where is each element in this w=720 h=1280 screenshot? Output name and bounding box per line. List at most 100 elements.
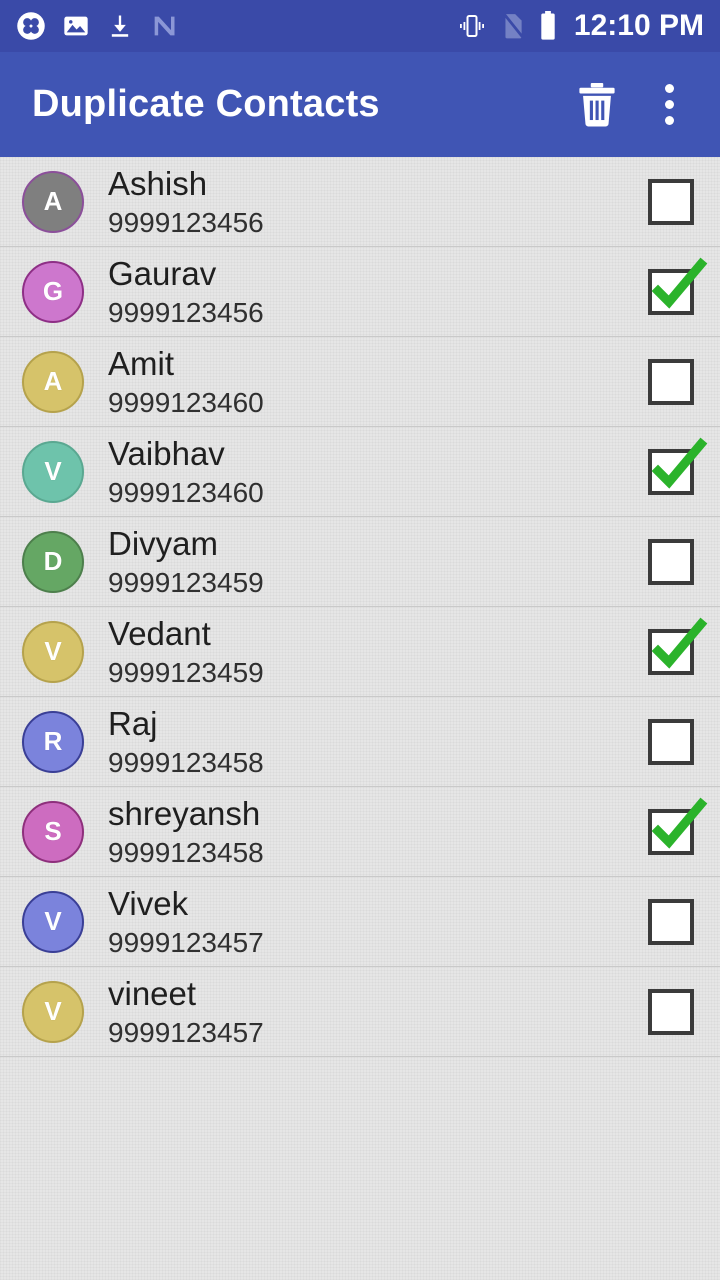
battery-full-icon: [539, 11, 557, 41]
checkbox-box: [648, 268, 694, 315]
checkbox-box: [648, 718, 694, 765]
avatar-initial: V: [44, 996, 62, 1026]
contact-checkbox-unchecked[interactable]: [648, 988, 694, 1035]
checkbox-box: [648, 808, 694, 855]
contact-phone-number: 9999123457: [108, 926, 264, 958]
contact-phone-number: 9999123456: [108, 206, 264, 238]
contact-avatar: A: [22, 170, 84, 233]
page-title: Duplicate Contacts: [32, 83, 380, 125]
contact-phone-number: 9999123458: [108, 746, 264, 778]
contact-checkbox-unchecked[interactable]: [648, 718, 694, 765]
overflow-dot-2: [665, 100, 674, 109]
duplicate-contacts-list[interactable]: A Ashish 9999123456 G Gaurav 9999123456 A Amit 9…: [0, 157, 720, 1280]
contact-name: shreyansh: [108, 794, 261, 832]
contact-avatar: V: [22, 890, 84, 953]
delete-button[interactable]: [575, 81, 619, 129]
contact-phone-number: 9999123459: [108, 566, 264, 598]
contact-text: Ashish 9999123456: [84, 164, 638, 240]
contact-avatar: V: [22, 980, 84, 1043]
checkbox-box: [648, 178, 694, 225]
app-bar-actions: [575, 80, 696, 129]
contact-name: Ashish: [108, 164, 208, 202]
avatar-initial: A: [43, 186, 63, 216]
contact-text: Vaibhav 9999123460: [84, 434, 638, 510]
contact-row[interactable]: D Divyam 9999123459: [0, 517, 720, 607]
checkbox-box: [648, 448, 694, 495]
contact-text: Divyam 9999123459: [84, 524, 638, 600]
download-icon: [106, 12, 134, 40]
contact-row[interactable]: G Gaurav 9999123456: [0, 247, 720, 337]
contact-phone-number: 9999123458: [108, 836, 264, 868]
contact-checkbox-checked[interactable]: [648, 257, 708, 315]
contact-checkbox-checked[interactable]: [648, 617, 708, 675]
contact-row[interactable]: V Vedant 9999123459: [0, 607, 720, 697]
contact-name: Vaibhav: [108, 434, 225, 472]
checkbox-box: [648, 538, 694, 585]
contact-checkbox-unchecked[interactable]: [648, 898, 694, 945]
checkbox-box: [648, 358, 694, 405]
contact-checkbox-unchecked[interactable]: [648, 358, 694, 405]
contact-phone-number: 9999123456: [108, 296, 264, 328]
contact-checkbox-checked[interactable]: [648, 437, 708, 495]
contact-checkbox-checked[interactable]: [648, 797, 708, 855]
avatar-initial: G: [42, 276, 64, 306]
contact-row[interactable]: Sshreyansh 9999123458: [0, 787, 720, 877]
contact-name: Divyam: [108, 524, 219, 562]
contact-avatar: A: [22, 350, 84, 413]
app-screen: 12:10 PM Duplicate Contacts A Ashish 999…: [0, 0, 720, 1280]
contact-text: Raj 9999123458: [84, 704, 638, 780]
contact-row[interactable]: A Ashish 9999123456: [0, 157, 720, 247]
checkbox-box: [648, 628, 694, 675]
avatar-initial: D: [43, 546, 63, 576]
contact-text: vineet 9999123457: [84, 974, 638, 1050]
contact-name: Vivek: [108, 884, 189, 922]
contact-text: Gaurav 9999123456: [84, 254, 638, 330]
contact-name: Raj: [108, 704, 158, 742]
vibrate-mode-icon: [457, 13, 487, 39]
overflow-menu-button[interactable]: [653, 80, 686, 129]
contact-phone-number: 9999123460: [108, 476, 264, 508]
contact-text: Vivek 9999123457: [84, 884, 638, 960]
contact-row[interactable]: Vvineet 9999123457: [0, 967, 720, 1057]
contact-avatar: G: [22, 260, 84, 323]
checkbox-box: [648, 988, 694, 1035]
contact-avatar: D: [22, 530, 84, 593]
nova-launcher-n-icon: [150, 12, 178, 40]
contact-checkbox-unchecked[interactable]: [648, 538, 694, 585]
contact-name: Amit: [108, 344, 174, 382]
clover-app-icon: [16, 11, 46, 41]
no-sim-card-icon: [500, 12, 526, 40]
contact-checkbox-unchecked[interactable]: [648, 178, 694, 225]
contact-avatar: V: [22, 440, 84, 503]
contact-name: vineet: [108, 974, 197, 1012]
image-gallery-icon: [62, 12, 90, 40]
status-bar-clock: 12:10 PM: [573, 9, 704, 42]
contact-text: shreyansh 9999123458: [84, 794, 638, 870]
contact-phone-number: 9999123457: [108, 1016, 264, 1048]
contact-avatar: S: [22, 800, 84, 863]
contact-row[interactable]: V Vaibhav 9999123460: [0, 427, 720, 517]
contact-row[interactable]: A Amit 9999123460: [0, 337, 720, 427]
contact-row[interactable]: V Vivek 9999123457: [0, 877, 720, 967]
contact-name: Vedant: [108, 614, 211, 652]
avatar-initial: V: [44, 906, 62, 936]
avatar-initial: R: [43, 726, 63, 756]
avatar-initial: S: [44, 816, 62, 846]
trash-icon: [579, 82, 615, 126]
avatar-initial: V: [44, 456, 62, 486]
contact-avatar: V: [22, 620, 84, 683]
overflow-dot-1: [665, 84, 674, 93]
contact-text: Amit 9999123460: [84, 344, 638, 420]
avatar-initial: V: [44, 636, 62, 666]
overflow-dot-3: [665, 116, 674, 125]
status-bar-right-icons: 12:10 PM: [457, 9, 704, 43]
contact-avatar: R: [22, 710, 84, 773]
status-bar-left-icons: [16, 11, 178, 41]
contact-row[interactable]: R Raj 9999123458: [0, 697, 720, 787]
contact-name: Gaurav: [108, 254, 217, 292]
contact-text: Vedant 9999123459: [84, 614, 638, 690]
app-bar: Duplicate Contacts: [0, 52, 720, 157]
status-bar: 12:10 PM: [0, 0, 720, 52]
checkbox-box: [648, 898, 694, 945]
contact-phone-number: 9999123459: [108, 656, 264, 688]
